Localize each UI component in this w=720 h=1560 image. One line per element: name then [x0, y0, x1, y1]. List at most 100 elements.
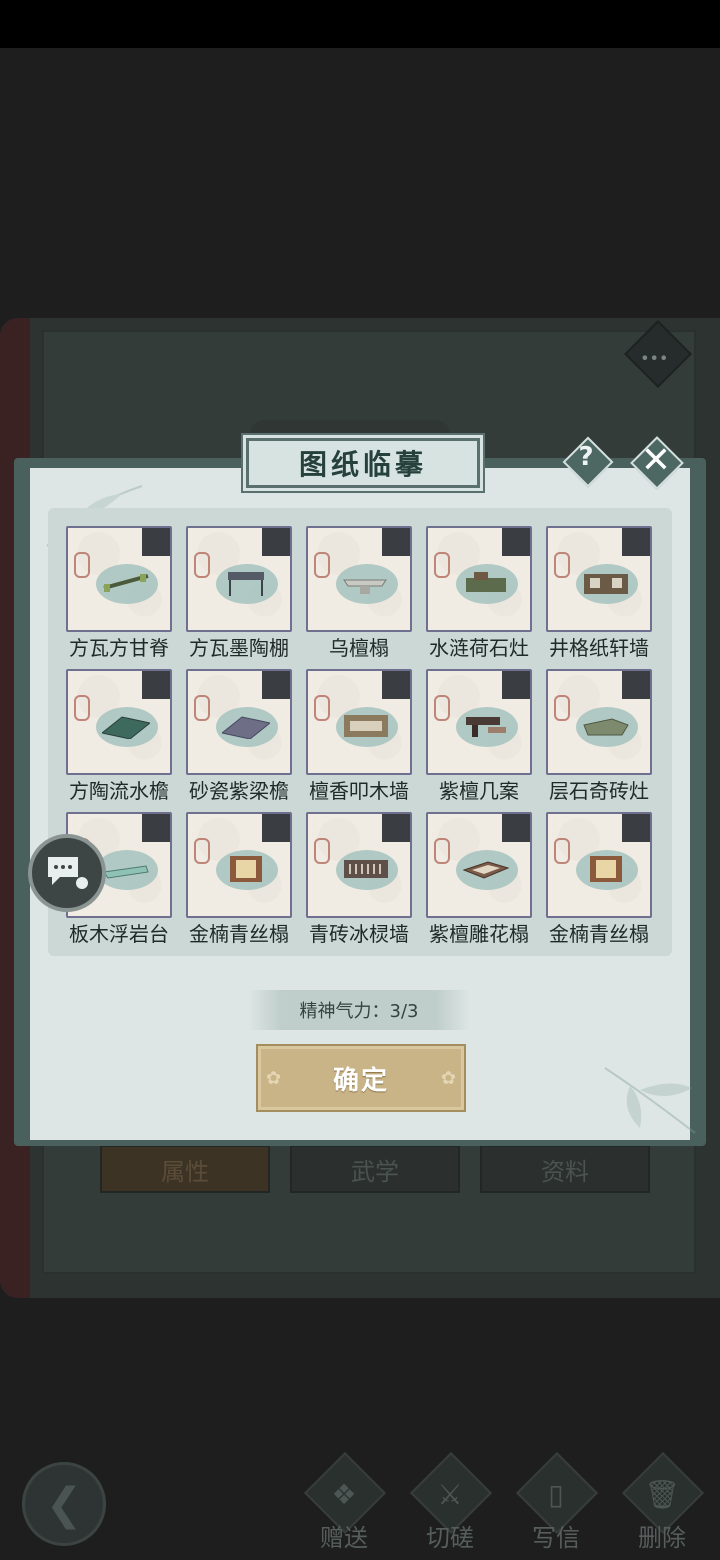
delete-label: 删除 — [638, 1524, 686, 1552]
letter-icon: ▯ — [548, 1478, 564, 1511]
selection-checkbox[interactable] — [622, 671, 650, 699]
blueprint-name: 井格纸轩墙 — [549, 636, 649, 660]
blueprint-item[interactable]: 乌檀榻 — [306, 526, 412, 660]
confirm-button[interactable]: ✿ 确定 ✿ — [256, 1044, 466, 1112]
blueprint-item[interactable]: 紫檀雕花榻 — [426, 812, 532, 946]
selection-checkbox[interactable] — [142, 671, 170, 699]
selection-checkbox[interactable] — [382, 671, 410, 699]
blueprint-item[interactable]: 金楠青丝榻 — [546, 812, 652, 946]
blueprint-item[interactable]: 水涟荷石灶 — [426, 526, 532, 660]
brick-wall-icon — [344, 860, 388, 878]
tab-profile: 资料 — [480, 1145, 650, 1193]
blueprint-card — [546, 812, 652, 918]
blueprint-card — [426, 669, 532, 775]
blueprint-item[interactable]: 井格纸轩墙 — [546, 526, 652, 660]
carved-bed-icon — [462, 861, 510, 879]
sword-icon: ⚔ — [437, 1478, 463, 1511]
scroll-icon: ❖ — [331, 1478, 357, 1511]
couch-icon — [343, 579, 387, 594]
question-icon: ? — [578, 442, 594, 472]
selection-checkbox[interactable] — [382, 814, 410, 842]
selection-checkbox[interactable] — [502, 528, 530, 556]
help-button[interactable]: ? — [562, 436, 614, 488]
write-letter-label: 写信 — [532, 1524, 580, 1552]
flower-icon: ✿ — [440, 1068, 456, 1089]
canopy-bed-icon — [230, 856, 262, 882]
tiled-eave-icon — [102, 716, 150, 739]
blueprint-name: 乌檀榻 — [329, 636, 389, 660]
blueprint-item[interactable]: 方陶流水檐 — [66, 669, 172, 803]
selection-checkbox[interactable] — [622, 528, 650, 556]
blueprint-card — [546, 526, 652, 632]
status-bar — [0, 0, 720, 48]
wooden-wall-icon — [344, 715, 388, 737]
selection-checkbox[interactable] — [142, 814, 170, 842]
chat-button[interactable] — [28, 834, 106, 912]
blueprint-card — [306, 526, 412, 632]
gift-button: ❖ 赠送 — [300, 1451, 388, 1552]
blueprint-item[interactable]: 檀香叩木墙 — [306, 669, 412, 803]
selection-checkbox[interactable] — [502, 814, 530, 842]
blueprint-item[interactable]: 层石奇砖灶 — [546, 669, 652, 803]
blueprint-item[interactable]: 紫檀几案 — [426, 669, 532, 803]
blueprint-card — [186, 526, 292, 632]
blueprint-name: 紫檀几案 — [439, 779, 519, 803]
selection-checkbox[interactable] — [622, 814, 650, 842]
tab-martial-arts: 武学 — [290, 1145, 460, 1193]
selection-checkbox[interactable] — [262, 528, 290, 556]
blueprint-item[interactable]: 青砖冰棂墙 — [306, 812, 412, 946]
blueprint-name: 方瓦方甘脊 — [69, 636, 169, 660]
blueprint-name: 方瓦墨陶棚 — [189, 636, 289, 660]
blueprint-name: 青砖冰棂墙 — [309, 922, 409, 946]
spar-label: 切磋 — [426, 1524, 474, 1552]
stone-stove-icon — [583, 718, 629, 736]
selection-checkbox[interactable] — [502, 671, 530, 699]
bottom-action-bar: ❖ 赠送 ⚔ 切磋 ▯ 写信 🗑 删除 — [300, 1451, 706, 1552]
platform-icon — [103, 865, 149, 879]
blueprint-item[interactable]: 方瓦方甘脊 — [66, 526, 172, 660]
selection-checkbox[interactable] — [262, 814, 290, 842]
blueprint-name: 檀香叩木墙 — [309, 779, 409, 803]
delete-button: 🗑 删除 — [618, 1451, 706, 1552]
close-icon: ✕ — [640, 440, 672, 481]
bamboo-leaf-decoration — [604, 1067, 696, 1134]
blueprint-name: 板木浮岩台 — [69, 922, 169, 946]
close-button[interactable]: ✕ — [630, 436, 684, 490]
blueprint-card — [306, 669, 412, 775]
blueprint-name: 方陶流水檐 — [69, 779, 169, 803]
selection-checkbox[interactable] — [262, 671, 290, 699]
low-table-icon — [466, 717, 506, 737]
blueprint-name: 金楠青丝榻 — [549, 922, 649, 946]
tab-attributes: 属性 — [100, 1145, 270, 1193]
lattice-wall-icon — [584, 574, 628, 594]
pavilion-shed-icon — [228, 572, 264, 596]
blueprint-name: 层石奇砖灶 — [549, 779, 649, 803]
flower-icon: ✿ — [266, 1068, 282, 1089]
write-letter-button: ▯ 写信 — [512, 1451, 600, 1552]
dialog-title: 图纸临摹 — [298, 448, 427, 481]
confirm-label: 确定 — [332, 1065, 389, 1096]
back-arrow-icon: ❮ — [22, 1462, 106, 1546]
blueprint-item[interactable]: 砂瓷紫梁檐 — [186, 669, 292, 803]
chat-bubble-icon — [48, 857, 88, 889]
blueprint-name: 水涟荷石灶 — [429, 636, 529, 660]
tiled-eave-icon — [222, 716, 270, 739]
stamina-indicator: 精神气力：3/3 — [248, 990, 470, 1030]
blueprint-name: 金楠青丝榻 — [189, 922, 289, 946]
roof-ridge-icon — [103, 574, 149, 592]
selection-checkbox[interactable] — [142, 528, 170, 556]
blueprint-name: 砂瓷紫梁檐 — [189, 779, 289, 803]
blueprint-item[interactable]: 金楠青丝榻 — [186, 812, 292, 946]
blueprint-card — [66, 669, 172, 775]
stove-icon — [466, 572, 506, 592]
blueprint-copy-dialog: 图纸临摹 ? ✕ 方瓦方甘脊 方瓦墨陶棚 乌檀榻 水涟荷石灶 井格纸轩墙 方陶流… — [14, 436, 706, 1146]
selection-checkbox[interactable] — [382, 528, 410, 556]
blueprint-card — [426, 812, 532, 918]
blueprint-card — [546, 669, 652, 775]
dialog-title-plaque: 图纸临摹 — [246, 438, 480, 488]
blueprint-item[interactable]: 方瓦墨陶棚 — [186, 526, 292, 660]
blueprint-grid-panel[interactable]: 方瓦方甘脊 方瓦墨陶棚 乌檀榻 水涟荷石灶 井格纸轩墙 方陶流水檐 砂瓷紫梁檐 … — [48, 508, 672, 956]
spar-button: ⚔ 切磋 — [406, 1451, 494, 1552]
gift-label: 赠送 — [320, 1524, 368, 1552]
blueprint-name: 紫檀雕花榻 — [429, 922, 529, 946]
